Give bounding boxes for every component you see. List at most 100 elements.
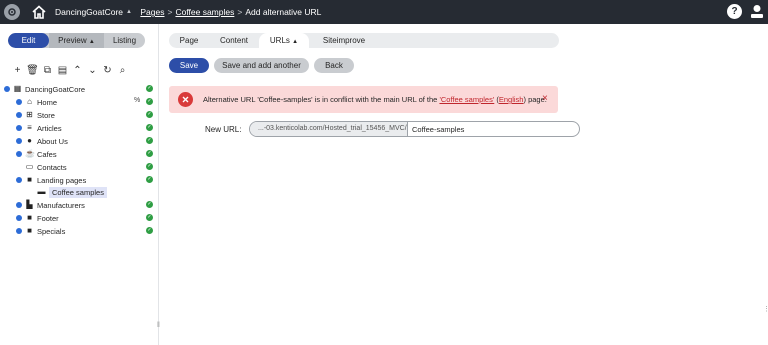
- page-icon: ▬: [37, 187, 46, 196]
- new-url-label: New URL:: [205, 125, 242, 134]
- breadcrumb: DancingGoatCore ▲ Pages > Coffee samples…: [55, 7, 321, 17]
- expand-toggle-icon[interactable]: [16, 138, 22, 144]
- url-prefix: ...-03.kenticolab.com/Hosted_trial_15456…: [250, 122, 408, 136]
- tree-item-label: Landing pages: [37, 175, 87, 185]
- expand-toggle-icon[interactable]: [16, 125, 22, 131]
- expand-toggle-icon[interactable]: [16, 228, 22, 234]
- alert-message: Alternative URL 'Coffee-samples' is in c…: [203, 95, 547, 104]
- caret-down-icon: ▲: [88, 39, 95, 45]
- breadcrumb-pages-link[interactable]: Pages: [140, 7, 164, 17]
- alert-culture-link[interactable]: English: [499, 95, 524, 104]
- tree-item-cafes[interactable]: ☕ Cafes: [16, 148, 57, 160]
- tree-toolbar: + 🗑 ⧉ ▤ ⌃ ⌄ ↻ ⌕: [10, 64, 130, 76]
- save-button[interactable]: Save: [169, 58, 209, 73]
- tree-item-label: Cafes: [37, 149, 57, 159]
- tree-item-footer[interactable]: ■ Footer: [16, 212, 59, 224]
- error-alert: Alternative URL 'Coffee-samples' is in c…: [169, 86, 558, 113]
- tree-item-label: Home: [37, 97, 58, 107]
- published-check-icon: ✓: [146, 98, 153, 105]
- expand-toggle-icon[interactable]: [4, 86, 10, 92]
- alert-page-link[interactable]: 'Coffee samples': [439, 95, 494, 104]
- save-and-add-another-button[interactable]: Save and add another: [214, 58, 309, 73]
- tree-item-store[interactable]: ⊞ Store: [16, 109, 55, 121]
- tab-page[interactable]: Page: [169, 33, 209, 48]
- expand-toggle-icon[interactable]: [16, 177, 22, 183]
- link-status-icon: %: [134, 97, 141, 104]
- site-selector[interactable]: DancingGoatCore: [55, 7, 123, 17]
- published-check-icon: ✓: [146, 150, 153, 157]
- delete-icon[interactable]: 🗑: [25, 65, 40, 76]
- cafe-icon: ☕: [25, 149, 35, 158]
- alert-text-start: Alternative URL 'Coffee-samples' is in c…: [203, 95, 440, 104]
- resize-handle-icon[interactable]: ‖: [157, 322, 160, 329]
- new-url-field: ...-03.kenticolab.com/Hosted_trial_15456…: [249, 121, 580, 137]
- copy-icon[interactable]: ⧉: [40, 65, 55, 76]
- tab-urls[interactable]: URLs ▲: [259, 33, 309, 48]
- add-icon[interactable]: +: [10, 65, 25, 76]
- expand-toggle-icon[interactable]: [16, 202, 22, 208]
- tab-siteimprove[interactable]: Siteimprove: [309, 33, 379, 48]
- tree-item-manufacturers[interactable]: ▙ Manufacturers: [16, 199, 85, 211]
- tree-item-label: Store: [37, 110, 55, 120]
- tree-item-label: Coffee samples: [49, 186, 107, 198]
- new-url-input[interactable]: [409, 122, 579, 136]
- question-icon: ●: [27, 136, 32, 145]
- tree-item-label: Manufacturers: [37, 200, 85, 210]
- breadcrumb-spacer: [135, 7, 137, 17]
- folder-icon: ■: [27, 175, 32, 184]
- tab-content[interactable]: Content: [209, 33, 259, 48]
- help-icon[interactable]: ?: [727, 4, 742, 19]
- folder-icon: ■: [27, 226, 32, 235]
- home-icon[interactable]: [31, 4, 47, 20]
- user-icon[interactable]: [750, 4, 764, 19]
- panel-splitter[interactable]: [158, 24, 159, 345]
- articles-icon: ≡: [27, 123, 32, 132]
- expand-toggle-icon[interactable]: [16, 99, 22, 105]
- resize-handle-icon[interactable]: ⋮: [763, 305, 768, 313]
- breadcrumb-page-link[interactable]: Coffee samples: [175, 7, 234, 17]
- tree-item-articles[interactable]: ≡ Articles: [16, 122, 62, 134]
- caret-down-icon: ▲: [292, 39, 299, 45]
- home-icon: ⌂: [27, 97, 32, 106]
- published-check-icon: ✓: [146, 201, 153, 208]
- published-check-icon: ✓: [146, 163, 153, 170]
- factory-icon: ▙: [26, 200, 33, 209]
- chevron-right-icon: >: [237, 7, 243, 17]
- tab-urls-label: URLs: [269, 36, 290, 45]
- tree-item-label: Specials: [37, 226, 66, 236]
- expand-toggle-icon[interactable]: [16, 215, 22, 221]
- published-check-icon: ✓: [146, 176, 153, 183]
- move-up-icon[interactable]: ⌃: [70, 65, 85, 76]
- mode-preview-button[interactable]: Preview ▲: [49, 33, 104, 48]
- tree-item-label: Contacts: [37, 162, 67, 172]
- move-down-icon[interactable]: ⌄: [85, 65, 100, 76]
- mode-edit-button[interactable]: Edit: [8, 33, 49, 48]
- tree-item-label: Articles: [37, 123, 62, 133]
- tree-item-about-us[interactable]: ● About Us: [16, 135, 68, 147]
- chevron-right-icon: >: [167, 7, 173, 17]
- search-icon[interactable]: ⌕: [115, 65, 130, 76]
- published-check-icon: ✓: [146, 214, 153, 221]
- move-icon[interactable]: ▤: [55, 65, 70, 76]
- tree-item-contacts[interactable]: ▭ Contacts: [16, 161, 67, 173]
- app-menu-icon[interactable]: [4, 4, 20, 20]
- tree-item-landing-pages[interactable]: ■ Landing pages: [16, 174, 86, 186]
- expand-toggle-icon[interactable]: [16, 112, 22, 118]
- refresh-icon[interactable]: ↻: [100, 65, 115, 76]
- contacts-icon: ▭: [25, 162, 34, 171]
- tree-item-specials[interactable]: ■ Specials: [16, 225, 65, 237]
- tree-item-dancinggoatcore[interactable]: ▦ DancingGoatCore: [4, 83, 85, 95]
- caret-down-icon[interactable]: ▲: [126, 9, 132, 15]
- published-check-icon: ✓: [146, 124, 153, 131]
- tree-item-coffee-samples[interactable]: ▬ Coffee samples: [28, 186, 107, 198]
- expand-toggle-icon[interactable]: [16, 151, 22, 157]
- page-tabs: Page Content URLs ▲ Siteimprove: [169, 33, 559, 48]
- published-check-icon: ✓: [146, 85, 153, 92]
- close-icon[interactable]: ×: [542, 93, 548, 104]
- folder-icon: ■: [27, 213, 32, 222]
- tree-item-home[interactable]: ⌂ Home: [16, 96, 57, 108]
- published-check-icon: ✓: [146, 227, 153, 234]
- back-button[interactable]: Back: [314, 58, 354, 73]
- error-icon: [178, 92, 193, 107]
- mode-listing-button[interactable]: Listing: [104, 33, 145, 48]
